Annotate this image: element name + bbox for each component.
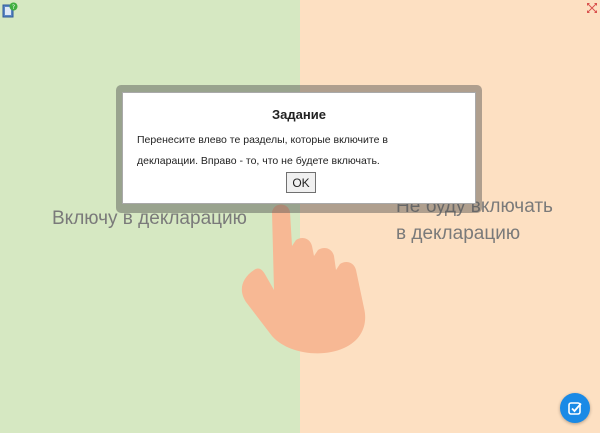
task-dialog: Задание Перенесите влево те разделы, кот… [122, 92, 476, 204]
submit-button[interactable] [560, 393, 590, 423]
dialog-message-line-1: Перенесите влево те разделы, которые вкл… [137, 134, 388, 146]
dialog-title: Задание [272, 107, 326, 122]
svg-text:?: ? [12, 4, 15, 11]
help-book-icon[interactable]: ? [2, 2, 18, 18]
dialog-message: Перенесите влево те разделы, которые вкл… [137, 130, 463, 172]
fullscreen-icon[interactable] [586, 2, 598, 14]
check-submit-icon [568, 402, 582, 415]
ok-button[interactable]: OK [286, 172, 316, 193]
dialog-message-line-2: декларации. Вправо - то, что не будете в… [137, 155, 380, 167]
hand-pointer-icon [241, 204, 366, 354]
